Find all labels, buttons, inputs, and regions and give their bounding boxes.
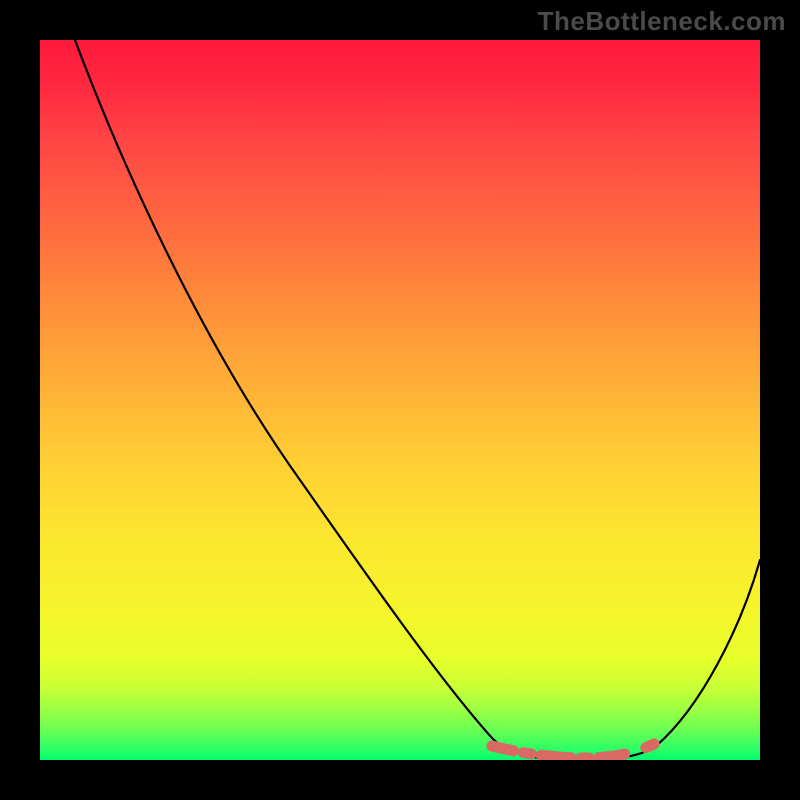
marker-dot-right xyxy=(649,739,660,750)
marker-dot-left xyxy=(487,741,498,752)
plot-area xyxy=(40,40,760,760)
chart-svg xyxy=(40,40,760,760)
bottleneck-curve xyxy=(75,40,760,760)
watermark-text: TheBottleneck.com xyxy=(538,6,786,37)
bottleneck-flat-marker xyxy=(492,744,654,758)
root-frame: TheBottleneck.com xyxy=(0,0,800,800)
